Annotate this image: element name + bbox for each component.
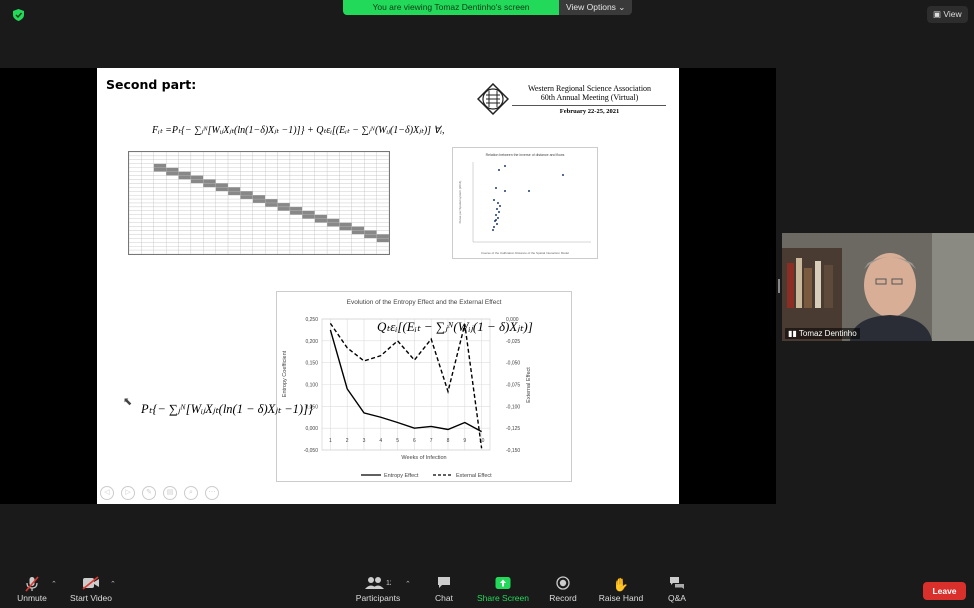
presentation-slide: Second part: Western Regional Science As… bbox=[97, 68, 679, 504]
share-screen-button[interactable]: Share Screen bbox=[476, 576, 530, 603]
participants-count: 12 bbox=[386, 580, 391, 587]
signal-icon: ▮▮ bbox=[788, 329, 799, 338]
start-video-label: Start Video bbox=[70, 593, 112, 603]
video-options-chevron-icon[interactable]: ⌃ bbox=[110, 580, 116, 588]
chart-xtick: 8 bbox=[447, 438, 450, 444]
share-screen-icon bbox=[476, 576, 530, 593]
chart-y2tick: -0,075 bbox=[506, 383, 520, 389]
chart-xtick: 6 bbox=[413, 438, 416, 444]
chart-y2tick: -0,050 bbox=[506, 361, 520, 367]
chart-ytick: 0,000 bbox=[305, 426, 318, 432]
chart-xlabel: Weeks of Infection bbox=[401, 455, 446, 461]
qa-label: Q&A bbox=[668, 593, 686, 603]
chart-xtick: 5 bbox=[396, 438, 399, 444]
chart-xtick: 1 bbox=[329, 438, 332, 444]
chart-xtick: 2 bbox=[346, 438, 349, 444]
participants-label: Participants bbox=[355, 593, 401, 603]
chart-xtick: 10 bbox=[479, 438, 485, 444]
chart-y2tick: -0,100 bbox=[506, 404, 520, 410]
scatter-ylabel: Flows per Spatial system (2014) bbox=[458, 181, 462, 224]
chart-ytick: 0,100 bbox=[305, 383, 318, 389]
screen-share-banner: You are viewing Tomaz Dentinho's screen bbox=[343, 0, 559, 15]
chart-y2tick: -0,125 bbox=[506, 426, 520, 432]
chart-ytick: 0,200 bbox=[305, 339, 318, 345]
legend-external: External Effect bbox=[456, 473, 492, 479]
matrix-grid bbox=[129, 152, 389, 254]
chart-xtick: 3 bbox=[363, 438, 366, 444]
chart-y2tick: -0,150 bbox=[506, 448, 520, 454]
main-formula: Fᵢₜ =Pₜ{− ∑ⱼᴺ[WᵢⱼXⱼₜ(ln(1−δ)Xⱼₜ −1)]} + … bbox=[152, 125, 445, 136]
external-effect-line bbox=[329, 322, 483, 449]
mouse-cursor-icon: ⬉ bbox=[123, 396, 133, 408]
unmute-label: Unmute bbox=[17, 593, 47, 603]
view-button-label: View bbox=[943, 9, 962, 19]
leave-button[interactable]: Leave bbox=[923, 582, 966, 600]
qa-button[interactable]: Q&A bbox=[666, 576, 688, 603]
scatter-title: Relation between the inverse of distance… bbox=[486, 153, 565, 157]
share-screen-label: Share Screen bbox=[477, 593, 529, 603]
chart-xtick: 4 bbox=[379, 438, 382, 444]
next-slide-icon[interactable]: ▷ bbox=[121, 486, 135, 500]
view-icon: ▣ bbox=[933, 9, 944, 19]
legend-entropy: Entropy Effect bbox=[384, 473, 419, 479]
participant-video-frame bbox=[782, 233, 974, 341]
record-label: Record bbox=[549, 593, 577, 603]
chart-title: Evolution of the Entropy Effect and the … bbox=[347, 299, 502, 306]
chat-icon bbox=[432, 576, 456, 593]
participant-name: Tomaz Dentinho bbox=[798, 329, 857, 338]
chart-ytick: -0,050 bbox=[304, 448, 318, 454]
start-video-button[interactable]: Start Video bbox=[69, 576, 113, 603]
participants-button[interactable]: 12 Participants bbox=[355, 576, 401, 603]
raise-hand-label: Raise Hand bbox=[598, 593, 644, 603]
chart-legend: Entropy Effect External Effect bbox=[361, 473, 492, 479]
record-icon bbox=[548, 576, 578, 593]
conference-line1: Western Regional Science Association bbox=[527, 84, 652, 93]
zoom-icon[interactable]: ⌕ bbox=[184, 486, 198, 500]
previous-slide-icon[interactable]: ◁ bbox=[100, 486, 114, 500]
chart-xtick: 7 bbox=[430, 438, 433, 444]
view-button[interactable]: ▣ View bbox=[927, 6, 968, 23]
more-options-icon[interactable]: ⋯ bbox=[205, 486, 219, 500]
slides-grid-icon[interactable]: ▤ bbox=[163, 486, 177, 500]
chart-y2tick: -0,025 bbox=[506, 339, 520, 345]
external-effect-formula: Qₜεᵢ[(Eᵢₜ − ∑ⱼᴺ(Wᵢⱼ(1 − δ)Xⱼₜ)] bbox=[377, 319, 533, 334]
pen-icon[interactable]: ✎ bbox=[142, 486, 156, 500]
slide-title: Second part: bbox=[106, 77, 197, 92]
qa-icon bbox=[666, 576, 688, 593]
participants-icon: 12 bbox=[355, 576, 401, 593]
participant-name-label: ▮▮ Tomaz Dentinho bbox=[785, 328, 860, 339]
conference-line2: 60th Annual Meeting (Virtual) bbox=[540, 93, 639, 102]
video-strip-handle[interactable] bbox=[778, 279, 780, 293]
chart-y2label: External Effect bbox=[526, 367, 532, 403]
raise-hand-button[interactable]: ✋ Raise Hand bbox=[598, 576, 644, 603]
entropy-effect-formula: Pₜ{− ∑ⱼᴺ[WᵢⱼXⱼₜ(ln(1 − δ)Xⱼₜ −1)]} bbox=[141, 402, 313, 416]
conference-name: Western Regional Science Association 60t… bbox=[512, 84, 667, 102]
shield-icon bbox=[13, 9, 24, 21]
chart-ytick: 0,150 bbox=[305, 361, 318, 367]
slide-navigation-tools: ◁ ▷ ✎ ▤ ⌕ ⋯ bbox=[100, 486, 219, 500]
unmute-button[interactable]: Unmute bbox=[15, 576, 49, 603]
conference-date: February 22-25, 2021 bbox=[559, 108, 620, 115]
video-off-icon bbox=[69, 576, 113, 593]
muted-mic-icon bbox=[15, 576, 49, 593]
participant-video-tile[interactable]: ▮▮ Tomaz Dentinho bbox=[782, 233, 974, 341]
conference-divider bbox=[512, 105, 666, 106]
chart-ytick: 0,250 bbox=[305, 317, 318, 323]
record-button[interactable]: Record bbox=[548, 576, 578, 603]
raise-hand-icon: ✋ bbox=[612, 577, 630, 592]
audio-options-chevron-icon[interactable]: ⌃ bbox=[51, 580, 57, 588]
chart-xtick: 9 bbox=[463, 438, 466, 444]
scatter-plot-thumbnail: Relation between the inverse of distance… bbox=[452, 147, 598, 259]
entropy-effect-line bbox=[329, 329, 482, 433]
chat-label: Chat bbox=[435, 593, 453, 603]
participants-chevron-icon[interactable]: ⌃ bbox=[405, 580, 411, 588]
view-options-button[interactable]: View Options ⌄ bbox=[559, 0, 632, 15]
chart-ylabel: Entropy Coefficient bbox=[282, 350, 288, 397]
scatter-xlabel: Inverse of the Calibration Distance of t… bbox=[481, 251, 569, 255]
chat-button[interactable]: Chat bbox=[432, 576, 456, 603]
weights-matrix-table bbox=[128, 151, 390, 255]
wrsa-logo bbox=[477, 83, 509, 115]
